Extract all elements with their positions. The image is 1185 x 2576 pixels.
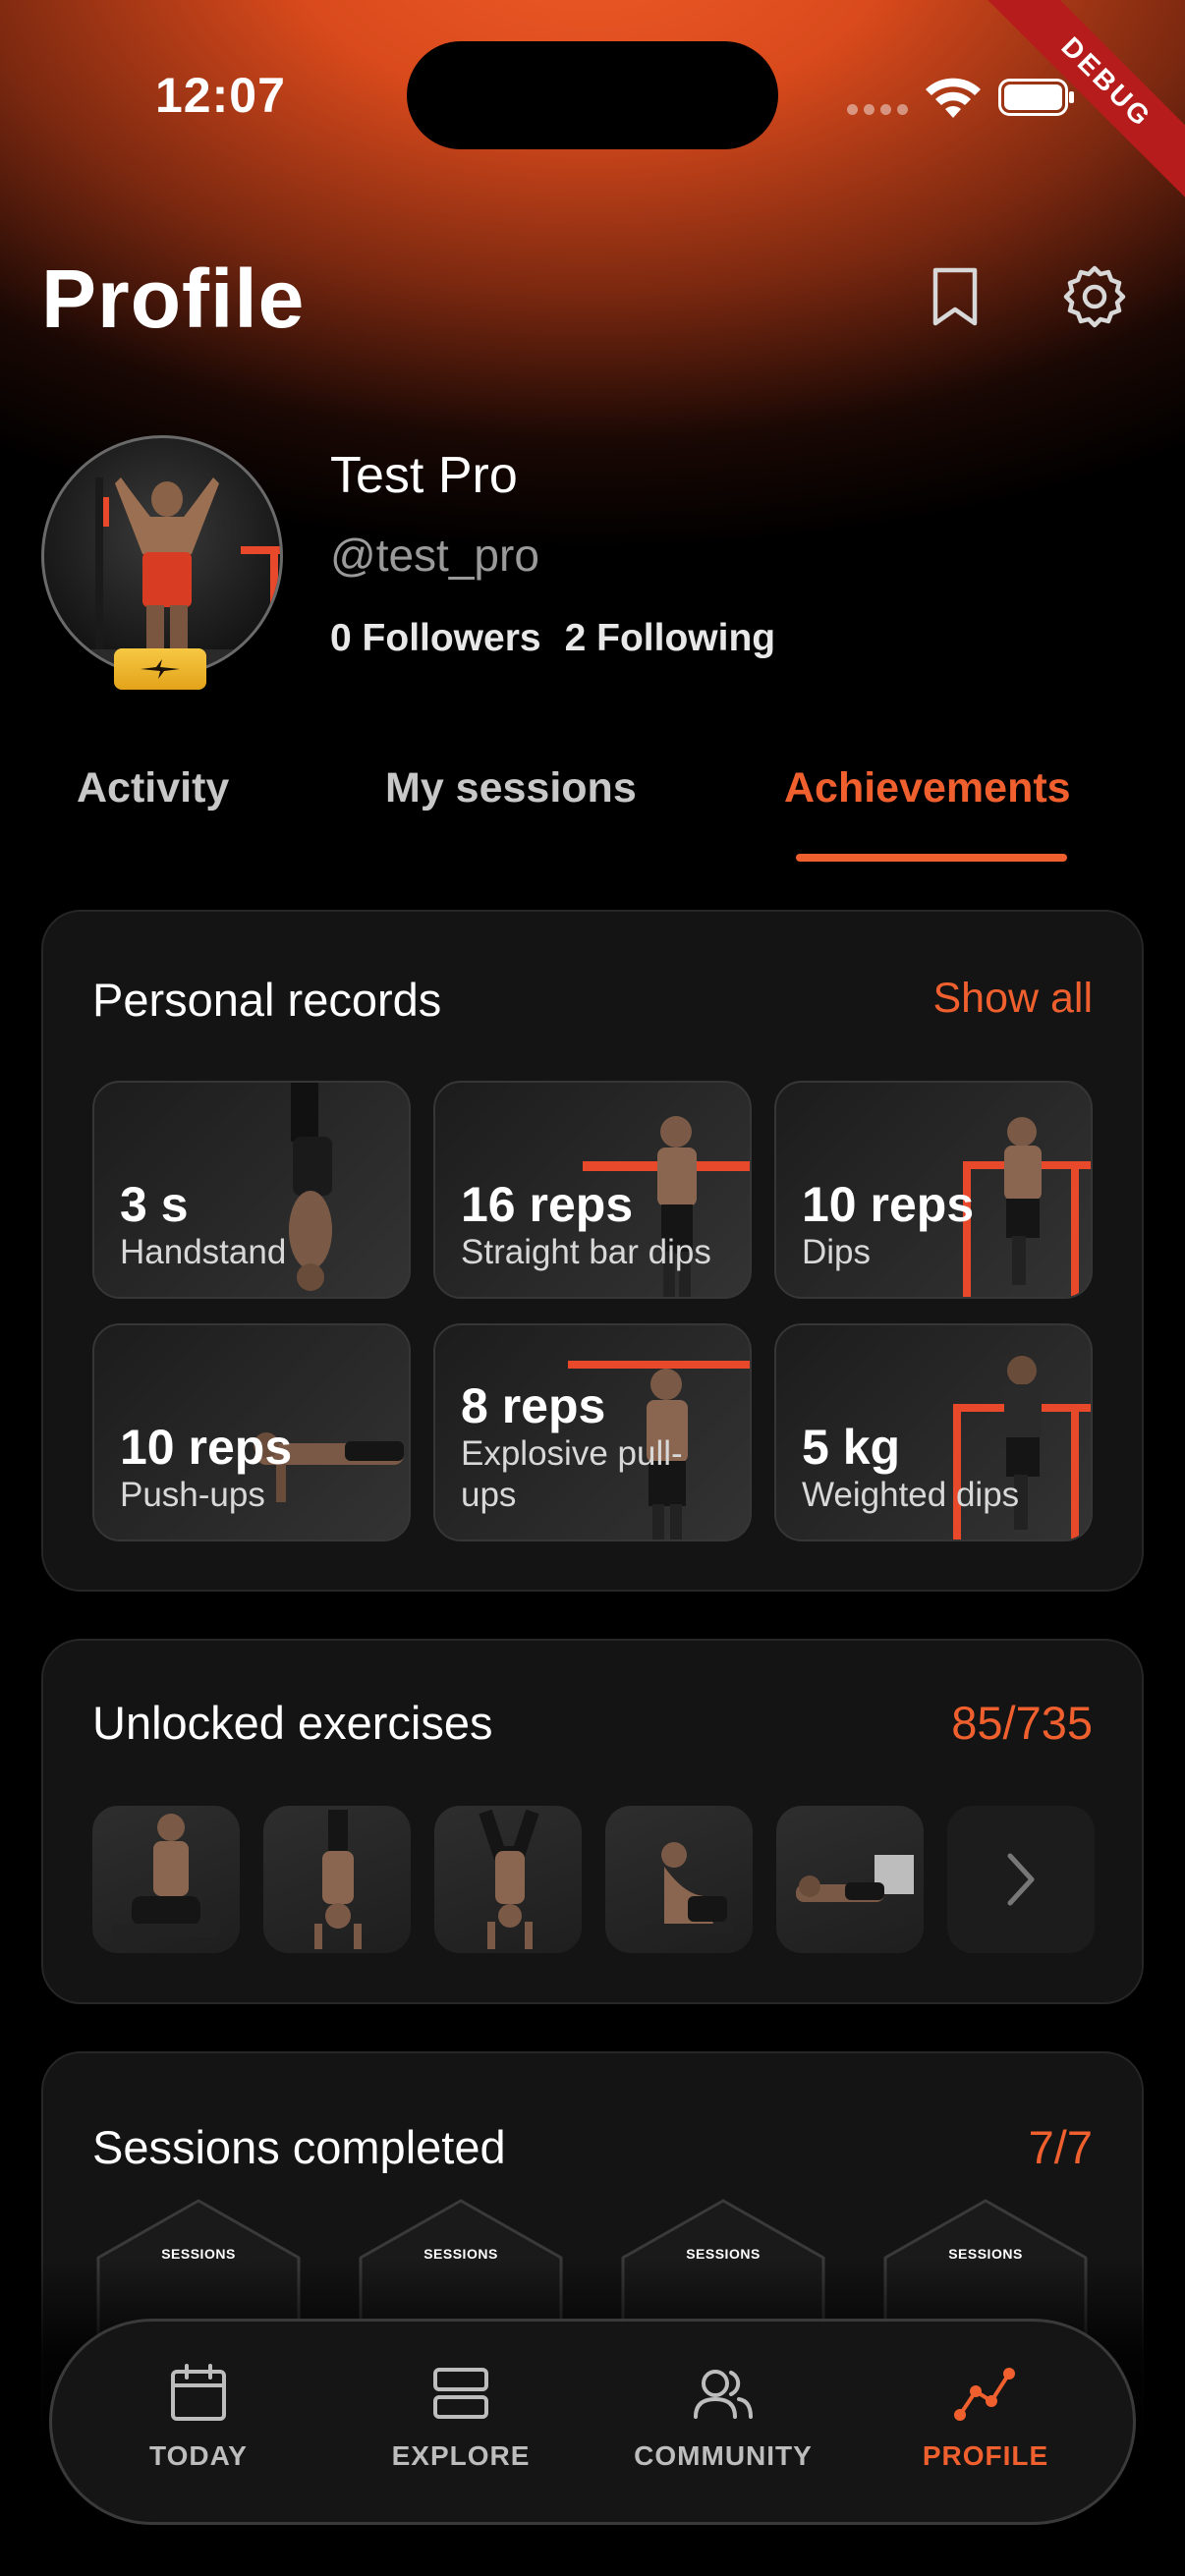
record-label: Straight bar dips xyxy=(461,1233,711,1271)
exercise-thumbnail[interactable] xyxy=(92,1806,240,1953)
tab-my-sessions[interactable]: My sessions xyxy=(385,764,637,812)
layers-icon xyxy=(433,2368,488,2419)
nav-label: COMMUNITY xyxy=(634,2440,813,2471)
record-tile-handstand[interactable]: 3 s Handstand xyxy=(92,1081,411,1299)
unlocked-count: 85/735 xyxy=(951,1697,1093,1749)
record-label: Handstand xyxy=(120,1233,287,1271)
chevron-right-icon xyxy=(1007,1853,1035,1906)
unlocked-exercises-title: Unlocked exercises xyxy=(92,1697,493,1749)
record-tile-explosive-pull-ups[interactable]: 8 reps Explosive pull-ups xyxy=(433,1323,752,1541)
calendar-icon xyxy=(171,2364,226,2421)
following-link[interactable]: 2 Following xyxy=(565,617,776,660)
record-tile-weighted-dips[interactable]: 5 kg Weighted dips xyxy=(774,1323,1093,1541)
nav-today[interactable]: TODAY xyxy=(90,2362,307,2472)
record-label: Dips xyxy=(802,1233,872,1271)
user-handle: @test_pro xyxy=(330,530,539,581)
dynamic-island xyxy=(407,41,778,149)
record-tile-dips[interactable]: 10 reps Dips xyxy=(774,1081,1093,1299)
record-value: 10 reps xyxy=(120,1420,293,1475)
status-time: 12:07 xyxy=(155,68,286,123)
battery-icon xyxy=(998,79,1074,116)
record-label: Push-ups xyxy=(120,1476,265,1514)
page-title: Profile xyxy=(41,252,306,345)
sessions-count: 7/7 xyxy=(1028,2121,1093,2173)
following-label: Following xyxy=(596,617,776,659)
chart-line-icon xyxy=(954,2368,1015,2421)
wifi-icon xyxy=(926,78,981,118)
nav-profile[interactable]: PROFILE xyxy=(877,2362,1094,2472)
record-tile-push-ups[interactable]: 10 reps Push-ups xyxy=(92,1323,411,1541)
personal-records-title: Personal records xyxy=(92,974,442,1026)
active-tab-indicator xyxy=(796,854,1067,862)
exercise-thumbnail[interactable] xyxy=(605,1806,753,1953)
follow-stats: 0 Followers 2 Following xyxy=(330,617,775,660)
nav-label: TODAY xyxy=(149,2440,248,2471)
exercise-thumbnail[interactable] xyxy=(776,1806,924,1953)
tab-activity[interactable]: Activity xyxy=(77,764,229,812)
record-value: 3 s xyxy=(120,1177,189,1232)
record-tile-straight-bar-dips[interactable]: 16 reps Straight bar dips xyxy=(433,1081,752,1299)
exercise-thumbnail[interactable] xyxy=(434,1806,582,1953)
user-name: Test Pro xyxy=(330,447,518,504)
following-count: 2 xyxy=(564,617,587,659)
followers-count: 0 xyxy=(330,617,352,659)
pro-badge-icon xyxy=(114,648,206,690)
followers-link[interactable]: 0 Followers xyxy=(330,617,541,660)
record-value: 10 reps xyxy=(802,1177,975,1232)
profile-screen: 12:07 DEBUG Profile Test Pro @test_pro 0… xyxy=(0,0,1185,2576)
sessions-completed-title: Sessions completed xyxy=(92,2121,506,2173)
signal-dots-icon xyxy=(847,104,908,115)
bookmark-icon[interactable] xyxy=(920,261,990,332)
tab-achievements[interactable]: Achievements xyxy=(784,764,1071,812)
record-value: 5 kg xyxy=(802,1420,901,1475)
nav-label: PROFILE xyxy=(922,2440,1049,2471)
nav-label: EXPLORE xyxy=(391,2440,531,2471)
avatar[interactable] xyxy=(41,435,283,677)
nav-community[interactable]: COMMUNITY xyxy=(615,2362,831,2472)
more-exercises-button[interactable] xyxy=(947,1806,1095,1953)
record-value: 16 reps xyxy=(461,1177,634,1232)
record-label: Weighted dips xyxy=(802,1476,1020,1514)
record-value: 8 reps xyxy=(461,1378,606,1433)
exercise-thumbnail[interactable] xyxy=(263,1806,411,1953)
gear-icon[interactable] xyxy=(1059,261,1130,332)
users-icon xyxy=(694,2370,753,2419)
nav-explore[interactable]: EXPLORE xyxy=(353,2362,569,2472)
record-label: Explosive pull-ups xyxy=(461,1434,683,1514)
followers-label: Followers xyxy=(362,617,541,659)
show-all-link[interactable]: Show all xyxy=(932,975,1093,1023)
